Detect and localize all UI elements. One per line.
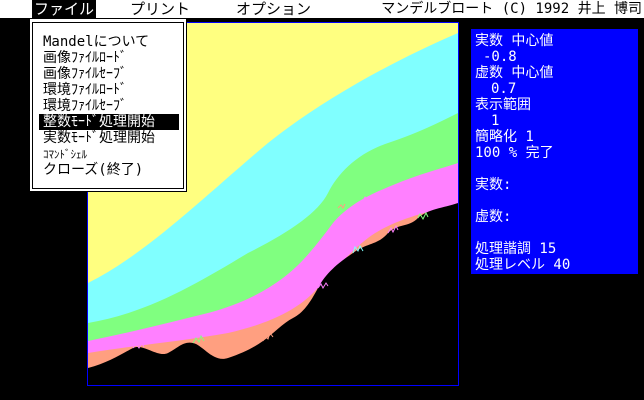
menu-item-image-load[interactable]: 画像ﾌｧｲﾙﾛｰﾄﾞ: [39, 50, 179, 66]
progress-text: 100 % 完了: [475, 145, 554, 161]
range-label: 表示範囲: [475, 97, 531, 113]
menubar: ファイル プリント オプション マンデルブロート (C) 1992 井上 博司: [0, 0, 644, 18]
menu-item-env-save[interactable]: 環境ﾌｧｲﾙｾｰﾌﾞ: [39, 98, 179, 114]
gradation-text: 処理諧調 15: [475, 241, 557, 257]
copyright-text: マンデルブロート (C) 1992 井上 博司: [381, 1, 642, 17]
menu-item-env-load[interactable]: 環境ﾌｧｲﾙﾛｰﾄﾞ: [39, 82, 179, 98]
info-panel: 実数 中心値 -0.8 虚数 中心値 0.7 表示範囲 1 簡略化 1 100 …: [471, 29, 638, 274]
imag-center-label: 虚数 中心値: [475, 65, 554, 81]
menu-item-image-save[interactable]: 画像ﾌｧｲﾙｾｰﾌﾞ: [39, 66, 179, 82]
simplify-text: 簡略化 1: [475, 129, 534, 145]
menu-file[interactable]: ファイル: [32, 0, 97, 18]
menu-item-real-mode-start[interactable]: 実数ﾓｰﾄﾞ処理開始: [39, 130, 179, 146]
menu-item-int-mode-start[interactable]: 整数ﾓｰﾄﾞ処理開始: [39, 114, 179, 130]
file-dropdown-menu: Mandelについて 画像ﾌｧｲﾙﾛｰﾄﾞ 画像ﾌｧｲﾙｾｰﾌﾞ 環境ﾌｧｲﾙﾛ…: [29, 18, 187, 192]
real-center-label: 実数 中心値: [475, 33, 554, 49]
real-center-value: -0.8: [483, 49, 517, 65]
imag-center-value: 0.7: [491, 81, 517, 97]
menu-frame: Mandelについて 画像ﾌｧｲﾙﾛｰﾄﾞ 画像ﾌｧｲﾙｾｰﾌﾞ 環境ﾌｧｲﾙﾛ…: [32, 22, 184, 189]
menu-option[interactable]: オプション: [236, 0, 311, 18]
real-coordinate-label: 実数:: [475, 177, 512, 193]
imag-coordinate-label: 虚数:: [475, 209, 512, 225]
menu-print[interactable]: プリント: [130, 0, 190, 18]
range-value: 1: [491, 113, 500, 129]
level-text: 処理レベル 40: [475, 257, 571, 273]
menu-item-about[interactable]: Mandelについて: [39, 34, 179, 50]
menu-item-command-shell[interactable]: ｺﾏﾝﾄﾞｼｪﾙ: [39, 147, 179, 163]
menu-item-close[interactable]: クローズ(終了): [39, 162, 179, 178]
